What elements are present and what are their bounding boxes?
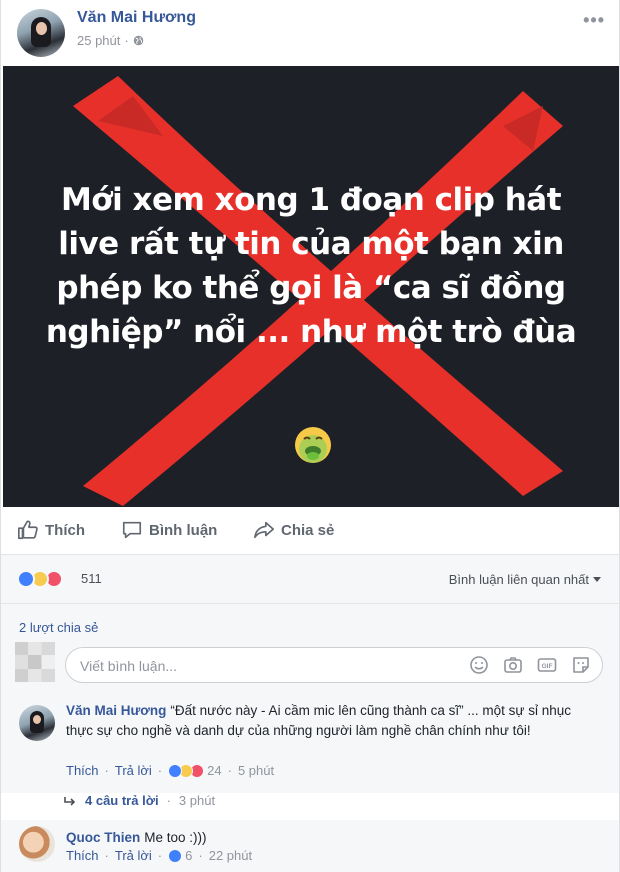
comment-bubble-icon <box>122 521 142 539</box>
comment-input[interactable]: Viết bình luận... GIF <box>65 647 603 683</box>
thumbs-up-icon <box>18 520 38 540</box>
comment-time[interactable]: 22 phút <box>209 848 252 863</box>
post-header: Văn Mai Hương 25 phút · ••• <box>1 0 619 66</box>
comment-reactions[interactable]: 24 <box>168 763 222 778</box>
viewer-avatar <box>15 642 55 682</box>
comment-footer: Thích · Trả lời · 24 · 5 phút <box>66 763 275 778</box>
sort-label: Bình luận liên quan nhất <box>448 572 589 587</box>
comment-sort-dropdown[interactable]: Bình luận liên quan nhất <box>449 572 601 587</box>
comment-item: Văn Mai Hương “Đất nước này - Ai cầm mic … <box>1 693 619 793</box>
more-options-icon[interactable]: ••• <box>583 10 605 31</box>
emoji-icon[interactable] <box>468 654 490 676</box>
comment-reply-link[interactable]: Trả lời <box>115 763 152 778</box>
reply-arrow-icon <box>64 796 76 806</box>
comment-like-link[interactable]: Thích <box>66 848 99 863</box>
post-actions: Thích Bình luận Chia sẻ <box>1 507 619 555</box>
view-replies-link[interactable]: 4 câu trả lời · 3 phút <box>63 793 215 808</box>
replies-time: 3 phút <box>178 793 216 808</box>
comment-placeholder: Viết bình luận... <box>80 658 178 674</box>
commenter-avatar[interactable] <box>19 705 55 741</box>
commenter-avatar[interactable] <box>19 826 55 862</box>
comment-body: Quoc Thien Me too :))) <box>66 828 601 848</box>
like-reaction-icon <box>168 848 183 863</box>
svg-text:GIF: GIF <box>542 663 553 670</box>
comment-like-link[interactable]: Thích <box>66 763 99 778</box>
reactions-summary: 511 Bình luận liên quan nhất <box>1 555 619 603</box>
image-caption: Mới xem xong 1 đoạn clip hát live rất tự… <box>45 182 577 350</box>
comment-composer-row: Viết bình luận... GIF <box>1 639 619 693</box>
comment-label: Bình luận <box>149 521 218 539</box>
post-meta: 25 phút · <box>77 33 144 48</box>
caret-down-icon <box>593 577 601 582</box>
comment-time[interactable]: 5 phút <box>238 763 274 778</box>
like-reaction-icon <box>17 570 35 588</box>
like-reaction-icon <box>168 763 183 778</box>
commenter-name[interactable]: Quoc Thien <box>66 830 140 845</box>
comment-footer: Thích · Trả lời · 6 · 22 phút <box>66 848 253 863</box>
comment-body: Văn Mai Hương “Đất nước này - Ai cầm mic … <box>66 701 601 741</box>
globe-icon <box>133 35 143 46</box>
like-label: Thích <box>45 521 85 539</box>
comment-reply-link[interactable]: Trả lời <box>115 848 152 863</box>
commenter-name[interactable]: Văn Mai Hương <box>66 703 166 718</box>
comment-button[interactable]: Bình luận <box>121 519 217 541</box>
author-name[interactable]: Văn Mai Hương <box>77 9 196 27</box>
comment-reaction-count: 24 <box>207 763 222 778</box>
share-button[interactable]: Chia sẻ <box>253 519 334 541</box>
sticker-icon[interactable] <box>570 654 592 676</box>
comment-text: Me too :))) <box>144 830 207 845</box>
camera-icon[interactable] <box>502 654 524 676</box>
shares-count-link[interactable]: 2 lượt chia sẻ <box>19 620 98 635</box>
gif-icon[interactable]: GIF <box>536 654 558 676</box>
post-time[interactable]: 25 phút <box>77 33 120 48</box>
comment-reaction-count: 6 <box>185 848 193 863</box>
reaction-icons[interactable] <box>17 570 63 588</box>
nauseated-face-icon <box>295 427 331 463</box>
like-button[interactable]: Thích <box>17 519 85 541</box>
comment-item: Quoc Thien Me too :))) Thích · Trả lời · … <box>1 820 619 872</box>
share-arrow-icon <box>254 521 274 539</box>
replies-count: 4 câu trả lời <box>85 793 159 808</box>
author-avatar[interactable] <box>17 9 65 57</box>
share-label: Chia sẻ <box>281 521 335 539</box>
post-image[interactable]: Mới xem xong 1 đoạn clip hát live rất tự… <box>3 66 619 507</box>
reaction-count[interactable]: 511 <box>81 571 102 586</box>
shares-row: 2 lượt chia sẻ <box>1 603 619 639</box>
facebook-post: Văn Mai Hương 25 phút · ••• Mới xem xong… <box>0 0 620 872</box>
composer-tools: GIF <box>468 654 592 676</box>
comment-reactions[interactable]: 6 <box>168 848 192 863</box>
